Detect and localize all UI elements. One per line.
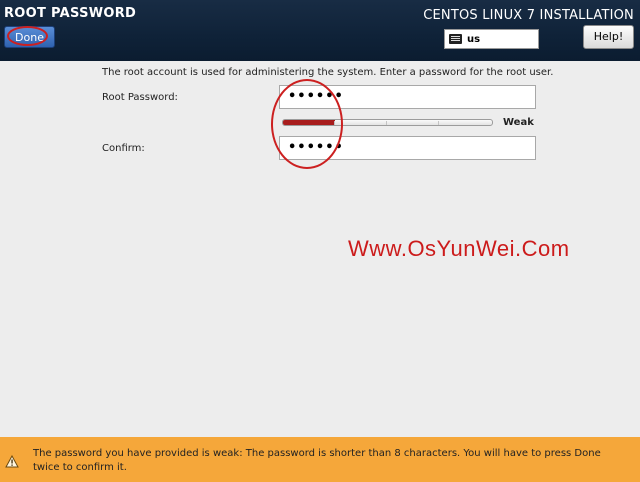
product-title: CENTOS LINUX 7 INSTALLATION [423, 8, 634, 23]
header-bar: ROOT PASSWORD Done CENTOS LINUX 7 INSTAL… [0, 0, 640, 61]
root-password-label: Root Password: [102, 92, 178, 103]
strength-tick [386, 121, 387, 125]
warning-icon [5, 455, 19, 468]
keyboard-icon [449, 34, 462, 44]
keyboard-layout-value: us [467, 33, 481, 45]
confirm-label: Confirm: [102, 143, 145, 154]
watermark-text: Www.OsYunWei.Com [348, 236, 570, 261]
warning-message: The password you have provided is weak: … [33, 448, 601, 473]
password-strength-label: Weak [503, 117, 534, 128]
annotation-circle-done [7, 26, 48, 46]
spoke-title: ROOT PASSWORD [4, 6, 137, 21]
help-button[interactable]: Help! [583, 25, 634, 49]
strength-tick [438, 121, 439, 125]
keyboard-layout-indicator[interactable]: us [444, 29, 539, 49]
annotation-circle-password [271, 79, 343, 169]
intro-text: The root account is used for administeri… [102, 67, 554, 78]
